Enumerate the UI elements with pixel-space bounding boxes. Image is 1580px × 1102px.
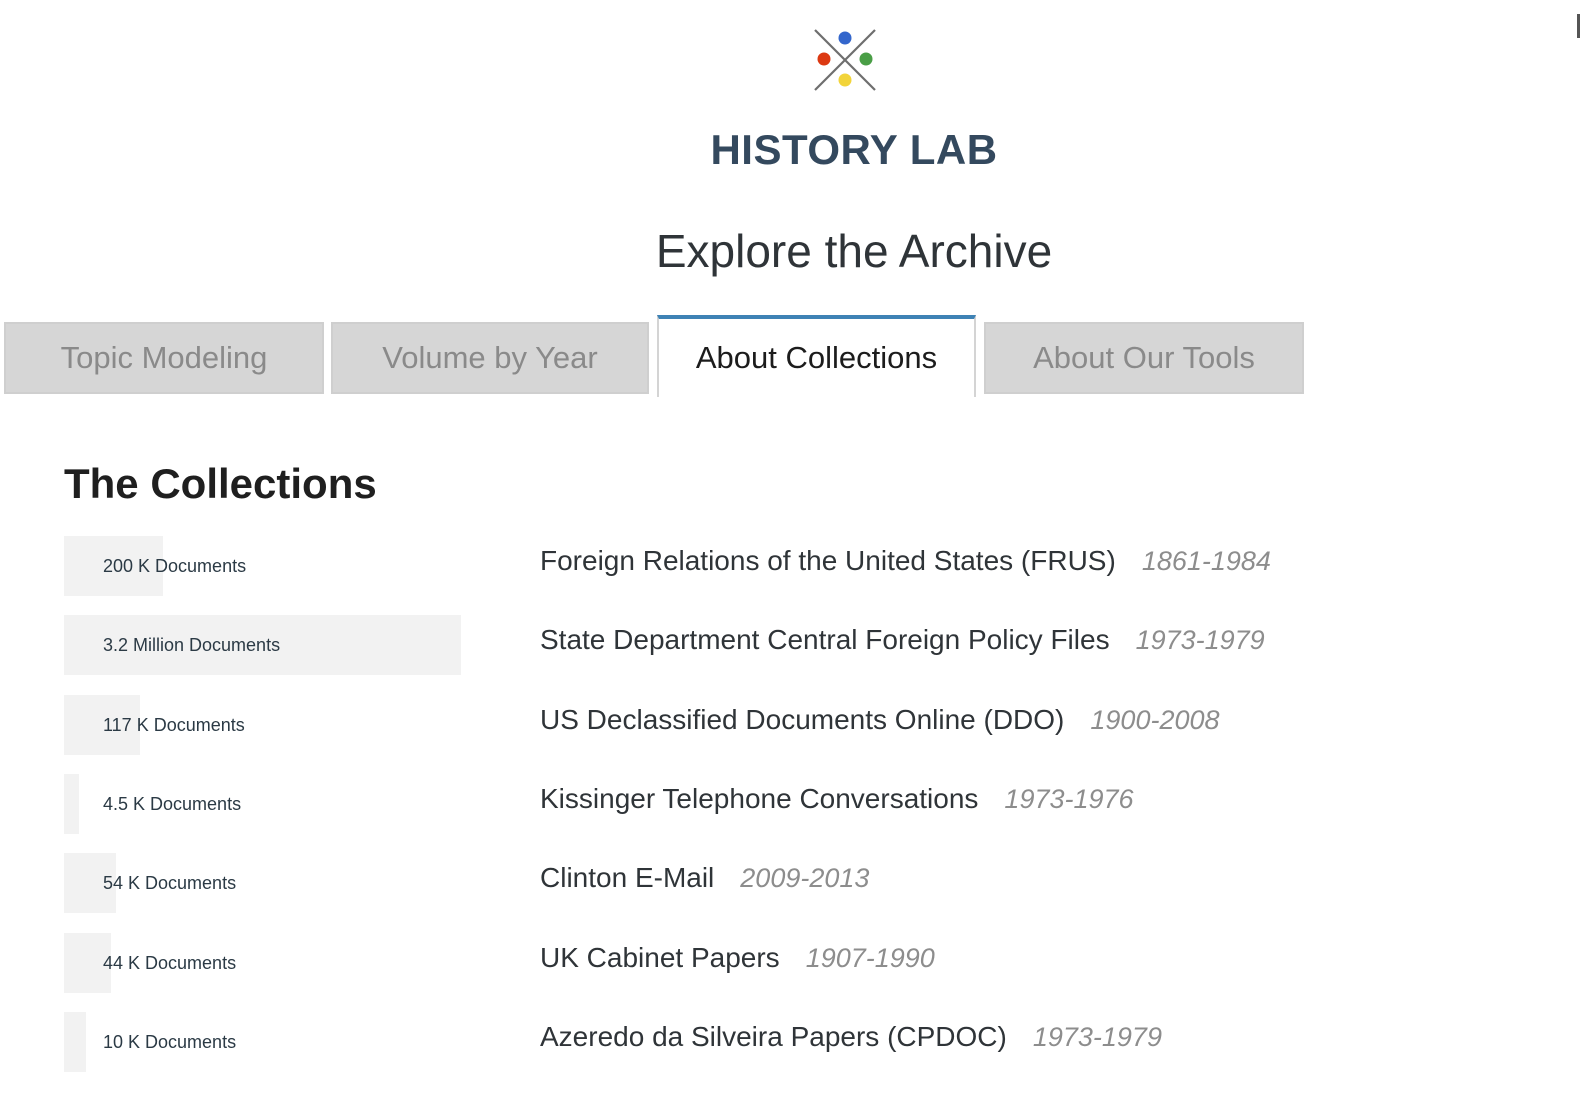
page: HISTORY LAB Explore the Archive Topic Mo… xyxy=(0,0,1580,1102)
collection-row: 10 K Documents Azeredo da Silveira Paper… xyxy=(0,1012,1500,1072)
document-count: 200 K Documents xyxy=(103,556,247,576)
document-volume-bar xyxy=(64,774,79,834)
collection-years: 1973-1979 xyxy=(1135,625,1265,655)
tab-volume-by-year[interactable]: Volume by Year xyxy=(331,322,649,394)
collection-years: 2009-2013 xyxy=(740,863,870,893)
history-lab-logo-icon[interactable] xyxy=(811,26,879,94)
document-count: 117 K Documents xyxy=(103,715,245,735)
logo-dot-yellow xyxy=(838,73,852,87)
collection-row: 54 K Documents Clinton E-Mail 2009-2013 xyxy=(0,853,1500,913)
document-volume-bar xyxy=(64,1012,86,1072)
collection-row: 44 K Documents UK Cabinet Papers 1907-199… xyxy=(0,933,1500,993)
document-count: 10 K Documents xyxy=(103,1032,237,1052)
collection-years: 1907-1990 xyxy=(805,943,935,973)
collection-row: 4.5 K Documents Kissinger Telephone Conv… xyxy=(0,774,1500,834)
collection-years: 1973-1976 xyxy=(1004,784,1134,814)
collection-row: 200 K Documents Foreign Relations of the… xyxy=(0,536,1500,596)
tab-about-our-tools[interactable]: About Our Tools xyxy=(984,322,1304,394)
collections-heading: The Collections xyxy=(64,460,377,507)
logo-dot-red xyxy=(817,52,831,66)
collection-row: 3.2 Million Documents State Department C… xyxy=(0,615,1500,675)
collection-years: 1861-1984 xyxy=(1141,546,1271,576)
collection-name[interactable]: Foreign Relations of the United States (… xyxy=(540,545,1116,576)
collection-name[interactable]: UK Cabinet Papers xyxy=(540,942,780,973)
logo-dot-green xyxy=(859,52,873,66)
collection-name[interactable]: State Department Central Foreign Policy … xyxy=(540,624,1110,655)
collection-entry: Foreign Relations of the United States (… xyxy=(540,536,1271,586)
collection-name[interactable]: Clinton E-Mail xyxy=(540,862,714,893)
collection-years: 1973-1979 xyxy=(1032,1022,1162,1052)
collection-name[interactable]: US Declassified Documents Online (DDO) xyxy=(540,704,1064,735)
collection-row: 117 K Documents US Declassified Document… xyxy=(0,695,1500,755)
brand-name[interactable]: HISTORY LAB xyxy=(0,126,1580,174)
logo-dot-blue xyxy=(838,31,852,45)
collection-years: 1900-2008 xyxy=(1090,705,1220,735)
collection-entry: UK Cabinet Papers 1907-1990 xyxy=(540,933,935,983)
document-count: 4.5 K Documents xyxy=(103,794,242,814)
collection-name[interactable]: Kissinger Telephone Conversations xyxy=(540,783,978,814)
tab-about-collections[interactable]: About Collections xyxy=(657,315,976,397)
collection-entry: US Declassified Documents Online (DDO) 19… xyxy=(540,695,1220,745)
page-title: Explore the Archive xyxy=(655,225,1053,277)
collection-entry: Clinton E-Mail 2009-2013 xyxy=(540,853,869,903)
tab-bar: Topic Modeling Volume by Year About Coll… xyxy=(4,315,1314,397)
collection-name[interactable]: Azeredo da Silveira Papers (CPDOC) xyxy=(540,1021,1007,1052)
document-count: 3.2 Million Documents xyxy=(103,635,281,655)
document-count: 44 K Documents xyxy=(103,953,237,973)
collection-entry: Azeredo da Silveira Papers (CPDOC) 1973-1… xyxy=(540,1012,1162,1062)
document-count: 54 K Documents xyxy=(103,873,237,893)
tab-topic-modeling[interactable]: Topic Modeling xyxy=(4,322,324,394)
collection-entry: State Department Central Foreign Policy … xyxy=(540,615,1265,665)
collection-entry: Kissinger Telephone Conversations 1973-19… xyxy=(540,774,1134,824)
